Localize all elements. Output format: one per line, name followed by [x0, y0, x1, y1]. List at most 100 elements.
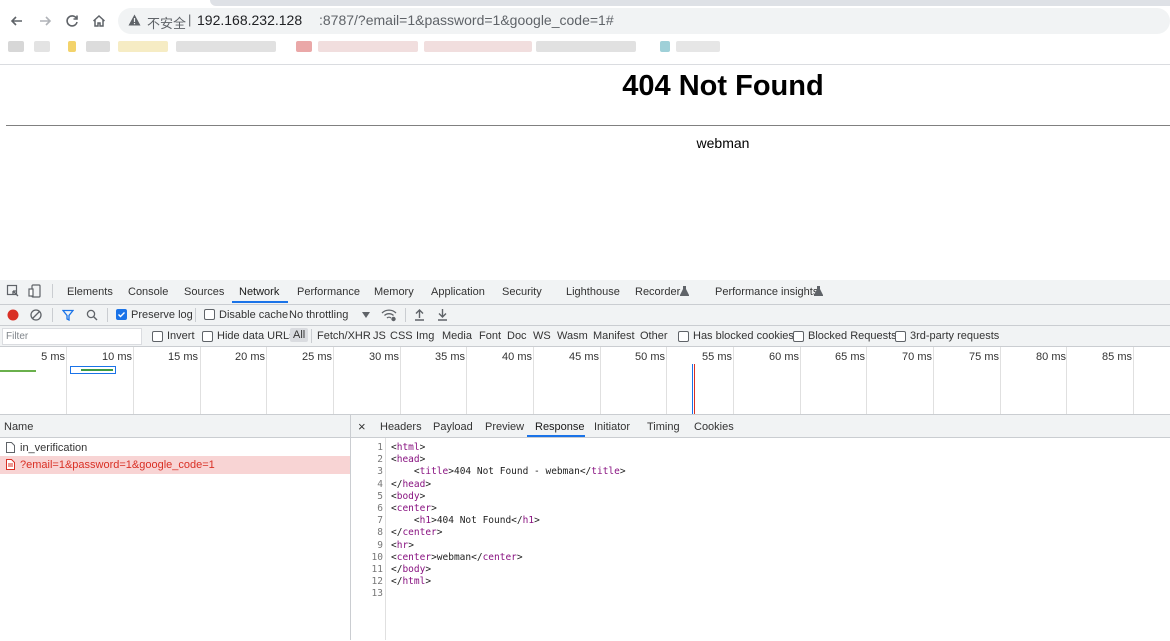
filter-bar: Filter Invert Hide data URLs All Fetch/X… [0, 326, 1170, 347]
bookmark-item[interactable] [8, 41, 24, 52]
dropdown-arrow-icon[interactable] [362, 312, 370, 318]
filter-type-manifest[interactable]: Manifest [593, 330, 635, 342]
bookmark-item[interactable] [318, 41, 418, 52]
bookmark-item[interactable] [86, 41, 110, 52]
timeline-tick-label: 15 ms [168, 351, 198, 363]
filter-type-doc[interactable]: Doc [507, 330, 527, 342]
record-stop-icon[interactable] [7, 309, 19, 321]
invert-checkbox[interactable] [152, 331, 163, 342]
request-name[interactable]: in_verification [20, 442, 87, 454]
bookmark-item[interactable] [424, 41, 532, 52]
filter-type-media[interactable]: Media [442, 330, 472, 342]
bookmark-item[interactable] [68, 41, 76, 52]
code-line: </center> [391, 527, 443, 539]
request-row-selected[interactable]: ?email=1&password=1&google_code=1 [0, 456, 350, 474]
forward-button[interactable] [34, 10, 56, 32]
preserve-log-label[interactable]: Preserve log [131, 309, 193, 321]
tab-elements[interactable]: Elements [67, 286, 113, 298]
invert-label[interactable]: Invert [167, 330, 195, 342]
blocked-requests-label[interactable]: Blocked Requests [808, 330, 897, 342]
filter-type-all[interactable]: All [290, 328, 309, 342]
blocked-requests-checkbox[interactable] [793, 331, 804, 342]
throttling-select[interactable]: No throttling [289, 309, 348, 321]
hide-data-urls-label[interactable]: Hide data URLs [217, 330, 295, 342]
has-blocked-cookies-checkbox[interactable] [678, 331, 689, 342]
bookmark-item[interactable] [176, 41, 276, 52]
forward-arrow-icon [40, 16, 52, 26]
tab-memory[interactable]: Memory [374, 286, 414, 298]
device-toolbar-icon[interactable] [28, 284, 42, 298]
tab-initiator[interactable]: Initiator [594, 421, 630, 433]
bookmark-item[interactable] [660, 41, 670, 52]
security-label[interactable]: 不安全 [147, 13, 186, 32]
timeline-gridline [1133, 347, 1134, 414]
reload-button[interactable] [61, 10, 83, 32]
hide-data-urls-checkbox[interactable] [202, 331, 213, 342]
warning-icon[interactable] [128, 14, 141, 26]
tab-timing[interactable]: Timing [647, 421, 680, 433]
disable-cache-checkbox[interactable] [204, 309, 215, 320]
import-har-icon[interactable] [414, 308, 425, 321]
line-number: 10 [371, 551, 383, 563]
bookmark-item[interactable] [118, 41, 168, 52]
page-heading: 404 Not Found [622, 70, 824, 102]
search-icon[interactable] [86, 309, 98, 321]
tab-performance-insights[interactable]: Performance insights [715, 286, 818, 298]
timeline-tick-label: 10 ms [102, 351, 132, 363]
preserve-log-checkbox[interactable] [116, 309, 127, 320]
inspect-element-icon[interactable] [6, 284, 20, 298]
filter-input-box[interactable]: Filter [2, 328, 142, 345]
third-party-checkbox[interactable] [895, 331, 906, 342]
url-path[interactable]: :8787/?email=1&password=1&google_code=1# [319, 12, 614, 28]
filter-type-ws[interactable]: WS [533, 330, 551, 342]
bookmark-item[interactable] [676, 41, 720, 52]
home-button[interactable] [88, 10, 110, 32]
bookmark-item[interactable] [34, 41, 50, 52]
tab-application[interactable]: Application [431, 286, 485, 298]
back-button[interactable] [6, 10, 28, 32]
close-icon[interactable]: × [358, 419, 366, 434]
bookmark-item[interactable] [296, 41, 312, 52]
disable-cache-label[interactable]: Disable cache [219, 309, 288, 321]
third-party-label[interactable]: 3rd-party requests [910, 330, 999, 342]
tab-console[interactable]: Console [128, 286, 168, 298]
filter-type-fetch-xhr[interactable]: Fetch/XHR [317, 330, 371, 342]
has-blocked-cookies-label[interactable]: Has blocked cookies [693, 330, 794, 342]
tab-headers[interactable]: Headers [380, 421, 422, 433]
line-number: 9 [377, 539, 383, 551]
export-har-icon[interactable] [437, 308, 448, 321]
filter-input[interactable]: Filter [6, 331, 28, 342]
bookmark-item[interactable] [536, 41, 636, 52]
filter-type-css[interactable]: CSS [390, 330, 413, 342]
request-row[interactable]: in_verification [0, 439, 350, 456]
tab-response[interactable]: Response [535, 421, 585, 433]
filter-type-other[interactable]: Other [640, 330, 668, 342]
url-host[interactable]: 192.168.232.128 [197, 12, 302, 28]
tab-security[interactable]: Security [502, 286, 542, 298]
line-number: 4 [377, 478, 383, 490]
tab-recorder[interactable]: Recorder [635, 286, 680, 298]
timeline-gridline [333, 347, 334, 414]
tab-sources[interactable]: Sources [184, 286, 224, 298]
network-conditions-icon[interactable] [381, 308, 397, 322]
tab-preview[interactable]: Preview [485, 421, 524, 433]
filter-type-wasm[interactable]: Wasm [557, 330, 588, 342]
line-number: 8 [377, 527, 383, 539]
filter-type-img[interactable]: Img [416, 330, 434, 342]
name-column-header[interactable]: Name [0, 415, 350, 438]
filter-type-js[interactable]: JS [373, 330, 386, 342]
tab-performance[interactable]: Performance [297, 286, 360, 298]
clear-icon[interactable] [30, 309, 42, 321]
tab-network[interactable]: Network [239, 286, 279, 298]
network-overview-timeline[interactable]: 5 ms 10 ms 15 ms 20 ms 25 ms 30 ms 35 ms… [0, 347, 1170, 415]
timeline-request-bar [0, 370, 36, 372]
tab-cookies[interactable]: Cookies [694, 421, 734, 433]
name-header-label[interactable]: Name [4, 421, 33, 433]
request-name[interactable]: ?email=1&password=1&google_code=1 [20, 459, 215, 471]
filter-funnel-icon[interactable] [62, 309, 74, 321]
timeline-gridline [200, 347, 201, 414]
filter-type-font[interactable]: Font [479, 330, 501, 342]
line-number: 7 [377, 515, 383, 527]
tab-lighthouse[interactable]: Lighthouse [566, 286, 620, 298]
tab-payload[interactable]: Payload [433, 421, 473, 433]
